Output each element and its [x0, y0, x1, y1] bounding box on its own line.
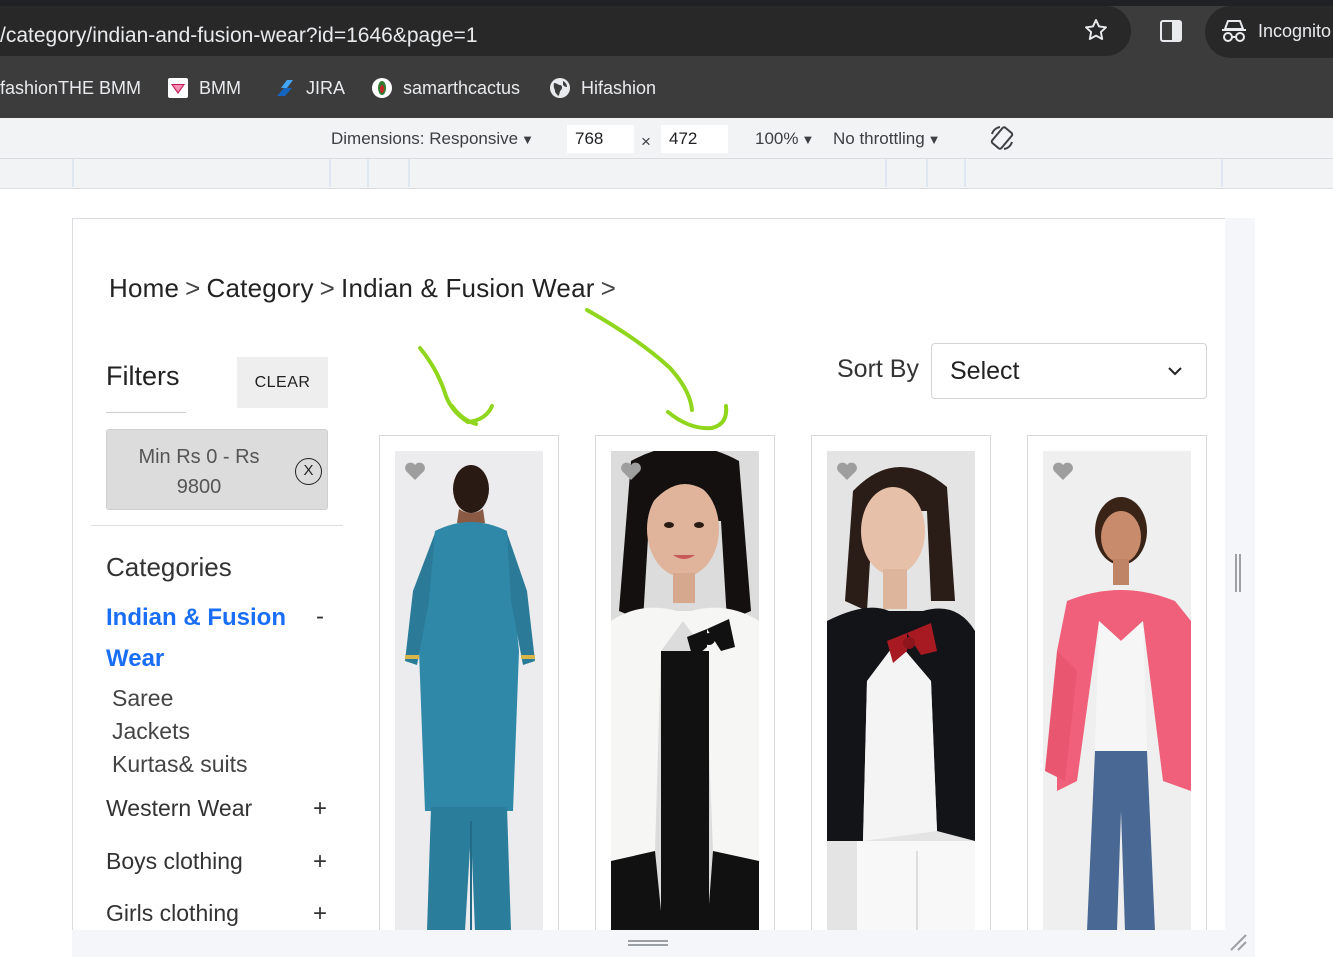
product-card[interactable] — [1027, 435, 1207, 930]
zoom-label: 100% — [755, 129, 799, 148]
category-indian-fusion-wear[interactable]: Indian & Fusion Wear — [106, 597, 291, 679]
url-text[interactable]: /category/indian-and-fusion-wear?id=1646… — [0, 24, 478, 48]
bookmark-bmm[interactable]: BMM — [167, 76, 241, 100]
price-filter-label: Min Rs 0 - Rs 9800 — [138, 446, 260, 498]
bookmark-label: JIRA — [306, 77, 346, 98]
bookmark-jira[interactable]: JIRA — [274, 76, 345, 100]
ruler-tick — [1221, 159, 1223, 187]
side-panel-icon[interactable] — [1160, 20, 1182, 42]
category-girls-clothing[interactable]: Girls clothing — [106, 900, 239, 927]
remove-filter-icon[interactable]: X — [295, 458, 322, 485]
rotate-icon[interactable] — [988, 124, 1016, 152]
bookmark-star-icon[interactable] — [1083, 17, 1109, 43]
caret-down-icon: ▼ — [801, 132, 815, 147]
breadcrumb: Home > Category > Indian & Fusion Wear > — [109, 273, 622, 304]
resize-handle-bottom[interactable] — [628, 940, 668, 946]
ruler-tick — [964, 159, 966, 187]
viewport-height-input[interactable] — [661, 125, 728, 153]
product-card[interactable] — [595, 435, 775, 930]
resize-corner-icon[interactable] — [1228, 932, 1248, 952]
sidebar-divider — [91, 525, 343, 526]
filters-divider — [106, 412, 186, 413]
collapse-category-toggle[interactable]: - — [316, 603, 324, 631]
subcategory-kurtas-suits[interactable]: Kurtas& suits — [112, 751, 248, 778]
ruler-tick — [408, 159, 410, 187]
resize-handle-right[interactable] — [1235, 554, 1241, 592]
category-boys-clothing[interactable]: Boys clothing — [106, 848, 243, 875]
sort-by-label: Sort By — [837, 355, 919, 383]
zoom-dropdown[interactable]: 100% ▼ — [755, 129, 814, 149]
wishlist-heart-icon[interactable] — [836, 461, 858, 481]
breadcrumb-separator: > — [319, 273, 336, 303]
product-image-black-jacket[interactable] — [827, 451, 975, 930]
breadcrumb-separator: > — [185, 273, 201, 303]
ruler-tick — [72, 159, 74, 187]
subcategory-jackets[interactable]: Jackets — [112, 718, 190, 745]
bookmark-label: Hifashion — [581, 77, 657, 98]
throttling-label: No throttling — [833, 129, 925, 148]
product-image-teal-kurta[interactable] — [395, 451, 543, 930]
throttling-dropdown[interactable]: No throttling ▼ — [833, 129, 941, 149]
caret-down-icon: ▼ — [927, 132, 941, 147]
breadcrumb-category[interactable]: Category — [207, 273, 314, 303]
subcategory-saree[interactable]: Saree — [112, 685, 173, 712]
product-card[interactable] — [379, 435, 559, 930]
ruler-tick — [367, 159, 369, 187]
bookmark-fashion-the-bmm[interactable]: fashionTHE BMM — [0, 76, 141, 100]
categories-heading: Categories — [106, 552, 232, 582]
dimensions-label: Dimensions: Responsive — [331, 129, 519, 148]
jira-favicon-icon — [277, 80, 293, 96]
incognito-label: Incognito — [1258, 21, 1332, 41]
product-card[interactable] — [811, 435, 991, 930]
ruler-tick — [885, 159, 887, 187]
breadcrumb-home[interactable]: Home — [109, 273, 179, 303]
viewport-width-input[interactable] — [567, 125, 634, 153]
media-query-ruler[interactable] — [0, 159, 1333, 189]
incognito-icon — [1222, 20, 1246, 42]
chevron-down-icon — [1168, 367, 1182, 376]
ruler-tick — [329, 159, 331, 187]
caret-down-icon: ▼ — [521, 132, 534, 147]
clear-filters-button[interactable]: CLEAR — [237, 357, 328, 408]
breadcrumb-separator: > — [600, 273, 616, 303]
expand-category-toggle[interactable]: + — [313, 795, 327, 823]
ruler-tick — [926, 159, 928, 187]
sort-selected-value: Select — [950, 357, 1020, 385]
product-image-pink-blazer[interactable] — [1043, 451, 1191, 930]
bookmark-label: fashionTHE BMM — [0, 77, 142, 98]
address-bar[interactable]: /category/indian-and-fusion-wear?id=1646… — [0, 6, 1131, 56]
bookmark-samarthcactus[interactable]: samarthcactus — [371, 76, 520, 100]
product-image-white-jacket[interactable] — [611, 451, 759, 930]
wishlist-heart-icon[interactable] — [620, 461, 642, 481]
bookmark-label: BMM — [199, 77, 241, 98]
bookmark-label: samarthcactus — [403, 77, 521, 98]
bmm-favicon-icon — [168, 78, 188, 98]
wishlist-heart-icon[interactable] — [1052, 461, 1074, 481]
wishlist-heart-icon[interactable] — [404, 461, 426, 481]
expand-category-toggle[interactable]: + — [313, 848, 327, 876]
breadcrumb-current[interactable]: Indian & Fusion Wear — [341, 273, 595, 303]
filters-title: Filters — [106, 361, 180, 391]
samarthcactus-favicon-icon — [372, 78, 392, 98]
expand-category-toggle[interactable]: + — [313, 900, 327, 928]
page-viewport: Home > Category > Indian & Fusion Wear > Filt… — [72, 218, 1225, 930]
bookmark-hifashion[interactable]: Hifashion — [549, 76, 656, 100]
sort-select[interactable]: Select — [931, 343, 1207, 399]
price-filter-chip: Min Rs 0 - Rs 9800 X — [106, 429, 328, 510]
dimension-separator: × — [641, 132, 651, 151]
globe-icon — [550, 78, 570, 98]
category-western-wear[interactable]: Western Wear — [106, 795, 252, 822]
dimensions-dropdown[interactable]: Dimensions: Responsive ▼ — [331, 129, 534, 149]
